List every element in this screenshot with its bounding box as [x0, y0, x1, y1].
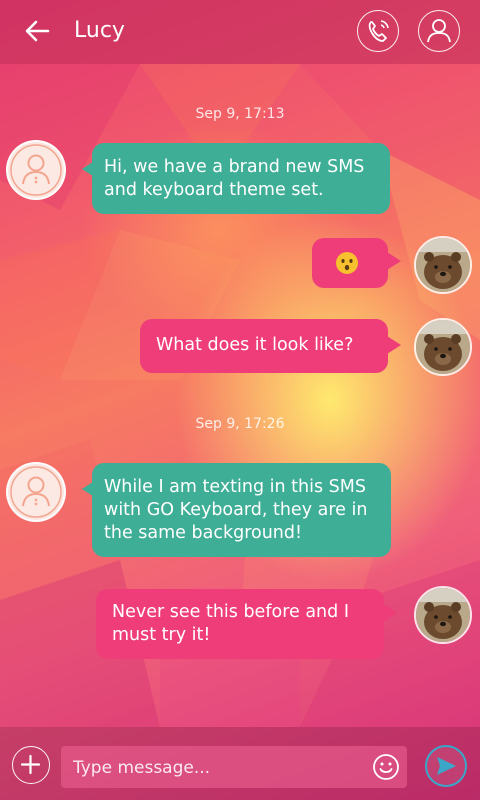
- outgoing-message-bubble[interactable]: [312, 238, 388, 288]
- add-attachment-button[interactable]: [12, 746, 50, 784]
- send-icon: [437, 757, 456, 775]
- contact-avatar[interactable]: [6, 462, 66, 522]
- outgoing-message-bubble[interactable]: Never see this before and I must try it!: [96, 589, 384, 659]
- message-input-box: [61, 746, 407, 790]
- person-placeholder-icon: [10, 144, 62, 196]
- incoming-message-bubble[interactable]: While I am texting in this SMS with GO K…: [92, 463, 391, 557]
- message-text: What does it look like?: [156, 335, 354, 355]
- bear-photo: [416, 238, 470, 292]
- message-text-line: Never see this before and I: [112, 602, 349, 622]
- hushed-face-emoji: [336, 252, 358, 274]
- my-avatar[interactable]: [414, 586, 472, 644]
- message-text-line: must try it!: [112, 625, 211, 645]
- bubble-tail: [383, 604, 397, 622]
- contact-avatar[interactable]: [6, 140, 66, 200]
- message-text-line: with GO Keyboard, they are in: [104, 500, 368, 520]
- message-input[interactable]: [71, 746, 365, 790]
- message-text-line: Hi, we have a brand new SMS: [104, 157, 365, 177]
- person-placeholder-icon: [10, 466, 62, 518]
- message-timestamp: Sep 9, 17:26: [195, 416, 285, 432]
- sms-conversation-screen: Lucy Sep 9, 17:13 Hi, we have a brand ne: [0, 0, 480, 800]
- contact-profile-icon: [427, 19, 451, 43]
- my-avatar[interactable]: [414, 318, 472, 376]
- smiley-icon[interactable]: [372, 753, 400, 781]
- message-text-line: While I am texting in this SMS: [104, 477, 366, 497]
- bear-photo: [416, 320, 470, 374]
- bear-photo: [416, 588, 470, 642]
- incoming-message-bubble[interactable]: Hi, we have a brand new SMS and keyboard…: [92, 143, 390, 214]
- phone-icon: [368, 20, 389, 42]
- contact-profile-button[interactable]: [418, 10, 460, 52]
- back-arrow-icon[interactable]: [22, 16, 52, 46]
- message-text-line: the same background!: [104, 523, 303, 543]
- contact-name: Lucy: [74, 18, 125, 43]
- add-attachment-icon: [20, 754, 41, 775]
- bubble-tail: [387, 336, 401, 354]
- call-button[interactable]: [357, 10, 399, 52]
- bubble-tail: [387, 252, 401, 270]
- message-composer: [0, 727, 480, 800]
- conversation-header: Lucy: [0, 0, 480, 64]
- outgoing-message-bubble[interactable]: What does it look like?: [140, 319, 388, 373]
- message-text-line: and keyboard theme set.: [104, 180, 324, 200]
- my-avatar[interactable]: [414, 236, 472, 294]
- send-button[interactable]: [425, 745, 467, 787]
- message-timestamp: Sep 9, 17:13: [195, 106, 285, 122]
